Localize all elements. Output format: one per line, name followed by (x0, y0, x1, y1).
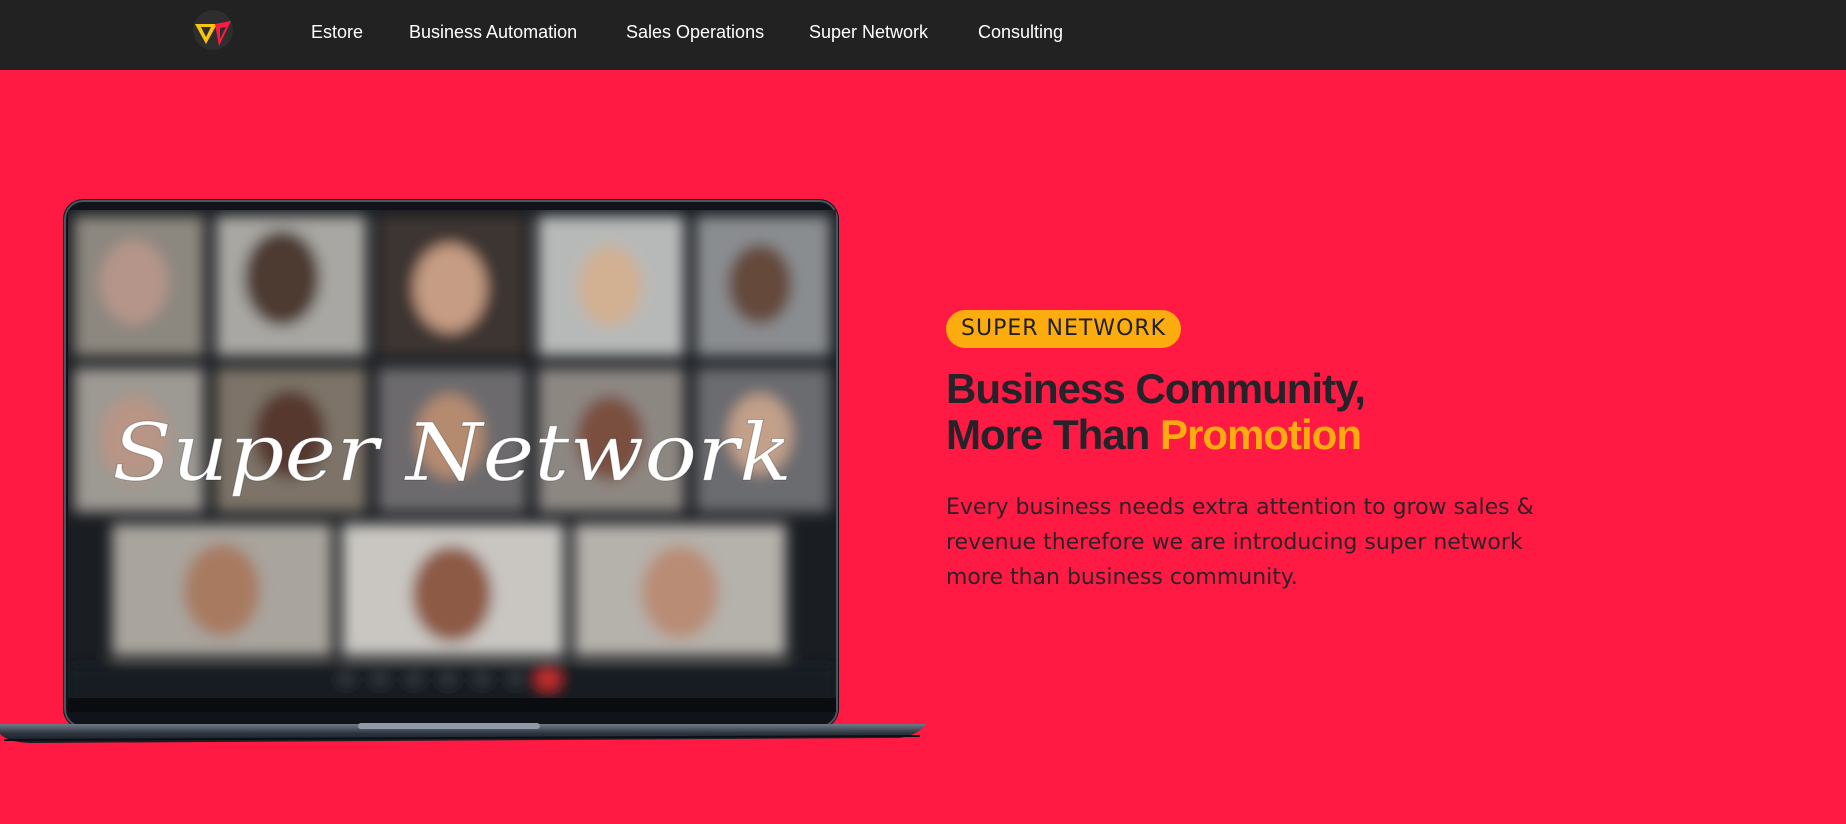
nav-item-super-network[interactable]: Super Network (809, 22, 928, 42)
nav-item-consulting[interactable]: Consulting (978, 22, 1063, 42)
headline-highlight: Promotion (1160, 411, 1362, 458)
headline-line-2-prefix: More Than (946, 411, 1150, 458)
brand-logo-icon[interactable] (191, 8, 241, 58)
laptop-image: Super Network (0, 199, 926, 743)
laptop-screen-title: Super Network (112, 406, 792, 499)
nav-item-business-automation[interactable]: Business Automation (409, 22, 577, 42)
nav-item-estore[interactable]: Estore (311, 22, 363, 42)
section-badge: SUPER NETWORK (946, 310, 1182, 348)
hero-headline: Business Community, More Than Promotion (946, 365, 1366, 458)
top-navigation-bar: Estore Business Automation Sales Operati… (0, 0, 1846, 70)
hero-description: Every business needs extra attention to … (946, 495, 1534, 590)
headline-line-1: Business Community, (946, 365, 1366, 412)
headline-line-2: More Than Promotion (946, 412, 1365, 458)
nav-item-sales-operations[interactable]: Sales Operations (626, 22, 764, 42)
